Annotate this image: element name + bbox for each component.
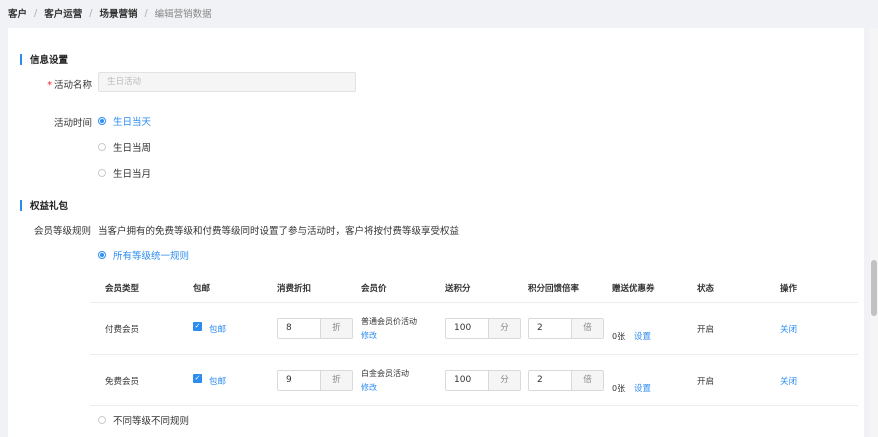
multiplier-input[interactable]: 2 倍 [528,370,604,391]
discount-input[interactable]: 9 折 [277,370,353,391]
discount-unit: 折 [320,371,352,390]
breadcrumb-item-current: 编辑营销数据 [154,9,212,20]
radio-birthday-week[interactable]: 生日当周 [98,140,151,154]
activity-name-label: * 活动名称 [47,80,92,91]
status-text: 开启 [697,325,715,335]
breadcrumb-item-scene-marketing[interactable]: 场景营销 [99,6,137,20]
multiplier-unit: 倍 [571,371,603,390]
radio-checked-icon[interactable] [98,251,106,259]
member-price-edit-link[interactable]: 修改 [361,330,377,341]
points-value[interactable]: 100 [446,371,488,390]
discount-input[interactable]: 8 折 [277,318,353,339]
member-price-text: 普通会员价活动 [361,317,417,326]
table-divider [90,302,858,303]
points-unit: 分 [488,371,520,390]
radio-all-levels-unified[interactable]: 所有等级统一规则 [98,248,189,262]
multiplier-value[interactable]: 2 [529,371,571,390]
section-title-info: 信息设置 [20,52,68,66]
coupon-count: 0张 [612,332,626,341]
table-header-member-type: 会员类型 [105,284,140,294]
discount-value[interactable]: 8 [278,319,320,338]
table-divider [90,354,858,355]
coupon-count: 0张 [612,384,626,393]
member-level-rule-description: 当客户拥有的免费等级和付费等级同时设置了参与活动时，客户将按付费等级享受权益 [98,226,460,237]
breadcrumb-separator: / [89,7,93,19]
section-title-gift: 权益礼包 [20,198,68,212]
radio-unchecked-icon[interactable] [98,143,106,151]
breadcrumb-separator: / [144,7,148,19]
table-header-points: 送积分 [445,284,471,294]
member-type-cell: 付费会员 [105,325,140,335]
breadcrumb-item-customer[interactable]: 客户 [8,6,27,20]
radio-label: 生日当周 [113,143,152,154]
close-action-link[interactable]: 关闭 [780,375,797,387]
table-header-status: 状态 [697,284,715,294]
table-header-points-multiplier: 积分回馈倍率 [528,284,580,294]
activity-time-label: 活动时间 [53,118,92,129]
section-accent-bar [20,199,22,211]
required-asterisk: * [47,80,52,91]
member-type-cell: 免费会员 [105,377,140,387]
member-level-rule-label: 会员等级规则 [34,226,92,237]
coupon-settings-link[interactable]: 设置 [634,330,651,342]
activity-name-input[interactable]: 生日活动 [98,72,356,92]
breadcrumb-separator: / [34,7,38,19]
radio-different-level-rules[interactable]: 不同等级不同规则 [98,413,189,427]
radio-unchecked-icon[interactable] [98,169,106,177]
breadcrumb: 客户 / 客户运营 / 场景营销 / 编辑营销数据 [0,0,878,26]
radio-label: 不同等级不同规则 [113,416,190,427]
radio-checked-icon[interactable] [98,117,106,125]
scrollbar-track[interactable] [870,28,878,437]
section-title-text: 信息设置 [30,55,69,66]
radio-label: 生日当天 [113,117,152,128]
multiplier-input[interactable]: 2 倍 [528,318,604,339]
multiplier-unit: 倍 [571,319,603,338]
table-header-action: 操作 [780,284,798,294]
points-input[interactable]: 100 分 [445,370,521,391]
breadcrumb-item-customer-ops[interactable]: 客户运营 [44,6,82,20]
coupon-settings-link[interactable]: 设置 [634,382,651,394]
discount-unit: 折 [320,319,352,338]
status-text: 开启 [697,377,715,387]
table-header-member-price: 会员价 [361,284,387,294]
free-shipping-label[interactable]: 包邮 [209,375,226,387]
section-title-text: 权益礼包 [30,201,69,212]
radio-label: 生日当月 [113,169,152,180]
multiplier-value[interactable]: 2 [529,319,571,338]
member-price-text: 白金会员活动 [361,369,409,378]
close-action-link[interactable]: 关闭 [780,323,797,335]
free-shipping-label[interactable]: 包邮 [209,323,226,335]
free-shipping-checkbox[interactable]: ✓ [193,374,202,383]
table-header-free-shipping: 包邮 [193,284,211,294]
points-unit: 分 [488,319,520,338]
radio-birthday-day[interactable]: 生日当天 [98,114,151,128]
radio-unchecked-icon[interactable] [98,416,106,424]
table-header-coupon: 赠送优惠券 [612,284,655,294]
radio-birthday-month[interactable]: 生日当月 [98,166,151,180]
table-divider [90,405,858,406]
section-accent-bar [20,53,22,65]
table-header-discount: 消费折扣 [277,284,312,294]
points-input[interactable]: 100 分 [445,318,521,339]
free-shipping-checkbox[interactable]: ✓ [193,322,202,331]
scrollbar-thumb[interactable] [871,260,877,316]
member-price-edit-link[interactable]: 修改 [361,382,377,393]
radio-label: 所有等级统一规则 [113,251,190,262]
discount-value[interactable]: 9 [278,371,320,390]
points-value[interactable]: 100 [446,319,488,338]
